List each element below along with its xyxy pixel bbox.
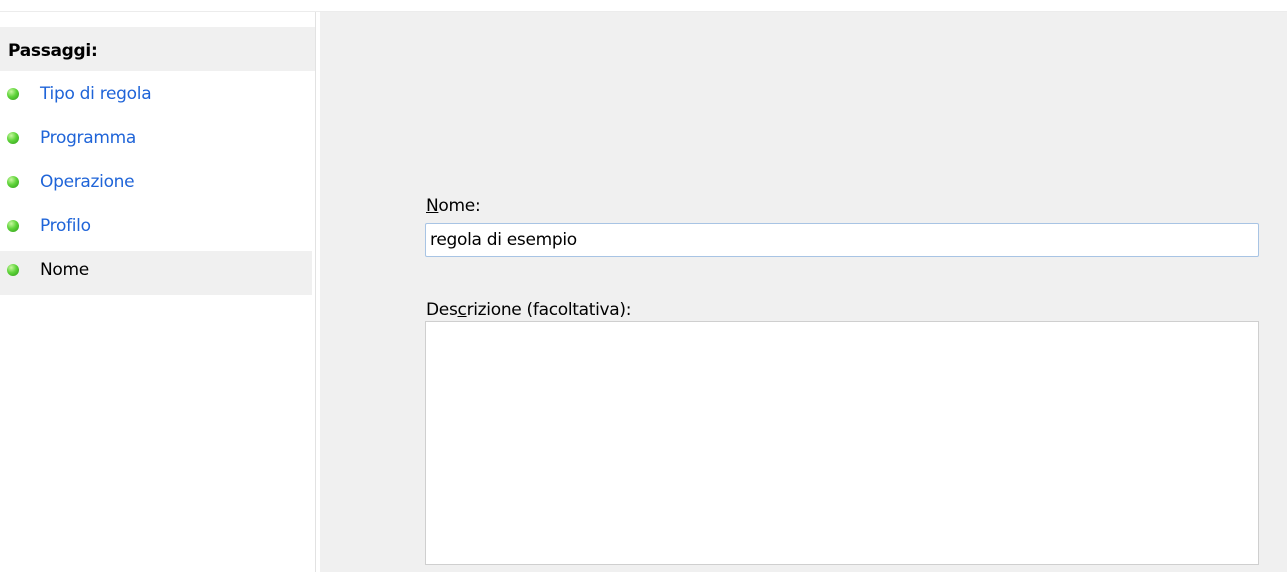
- steps-pane: Passaggi: Tipo di regola Programma Opera…: [0, 12, 316, 572]
- step-label[interactable]: Tipo di regola: [40, 84, 152, 104]
- green-dot-icon: [7, 88, 19, 100]
- steps-header: Passaggi:: [0, 27, 315, 71]
- description-label-pre: Des: [426, 300, 458, 320]
- step-label[interactable]: Programma: [40, 128, 136, 148]
- step-label[interactable]: Operazione: [40, 172, 135, 192]
- step-label[interactable]: Profilo: [40, 216, 91, 236]
- green-dot-icon: [7, 176, 19, 188]
- green-dot-icon: [7, 132, 19, 144]
- top-strip: [0, 0, 1287, 12]
- wizard-window: Passaggi: Tipo di regola Programma Opera…: [0, 0, 1287, 572]
- name-label-rest: ome:: [438, 196, 481, 216]
- step-item-operazione[interactable]: Operazione: [0, 163, 312, 207]
- steps-header-label: Passaggi:: [8, 41, 98, 61]
- green-dot-icon: [7, 264, 19, 276]
- description-label: Descrizione (facoltativa):: [426, 300, 631, 320]
- description-textarea[interactable]: [425, 321, 1259, 565]
- step-item-tipo-di-regola[interactable]: Tipo di regola: [0, 75, 312, 119]
- description-label-rest: rizione (facoltativa):: [466, 300, 632, 320]
- steps-list: Tipo di regola Programma Operazione Prof…: [0, 75, 312, 295]
- content-pane: Nome: Descrizione (facoltativa):: [320, 12, 1287, 572]
- step-item-nome: Nome: [0, 251, 312, 295]
- name-label-accesskey: N: [426, 196, 439, 216]
- name-label: Nome:: [426, 196, 481, 216]
- description-label-accesskey: c: [457, 300, 467, 320]
- name-input[interactable]: [425, 223, 1259, 257]
- green-dot-icon: [7, 220, 19, 232]
- step-item-programma[interactable]: Programma: [0, 119, 312, 163]
- step-label: Nome: [40, 260, 89, 280]
- step-item-profilo[interactable]: Profilo: [0, 207, 312, 251]
